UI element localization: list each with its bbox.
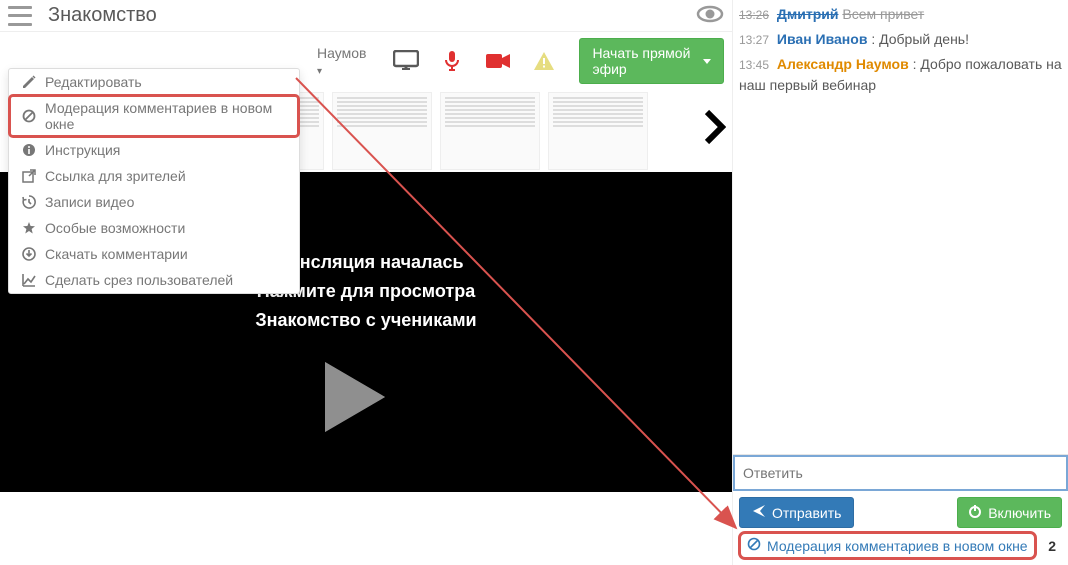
chart-icon — [21, 272, 37, 288]
chat-messages: 13:26 Дмитрий Всем привет 13:27 Иван Ива… — [733, 0, 1068, 454]
play-icon[interactable] — [310, 352, 400, 445]
main-dropdown-menu: Редактировать Модерация комментариев в н… — [8, 68, 300, 294]
dropdown-item-recordings[interactable]: Записи видео — [9, 189, 299, 215]
dropdown-item-label: Сделать срез пользователей — [45, 272, 233, 288]
chat-panel: 13:26 Дмитрий Всем привет 13:27 Иван Ива… — [732, 0, 1068, 565]
caret-down-icon — [703, 59, 711, 64]
slide-thumbnail[interactable] — [548, 92, 648, 170]
dropdown-item-viewer-link[interactable]: Ссылка для зрителей — [9, 163, 299, 189]
slide-thumbnail[interactable] — [440, 92, 540, 170]
ban-icon — [747, 537, 761, 554]
start-stream-button[interactable]: Начать прямой эфир — [579, 38, 724, 84]
star-icon — [21, 220, 37, 236]
send-button[interactable]: Отправить — [739, 497, 854, 528]
power-icon — [968, 504, 982, 521]
visibility-eye-icon[interactable] — [696, 4, 724, 27]
dropdown-item-label: Записи видео — [45, 194, 134, 210]
dropdown-item-instruction[interactable]: Инструкция — [9, 137, 299, 163]
info-icon — [21, 142, 37, 158]
enable-button[interactable]: Включить — [957, 497, 1062, 528]
slide-thumbnail[interactable] — [332, 92, 432, 170]
dropdown-item-moderation[interactable]: Модерация комментариев в новом окне — [9, 95, 299, 137]
dropdown-item-special[interactable]: Особые возможности — [9, 215, 299, 241]
monitor-icon[interactable] — [393, 51, 419, 71]
hamburger-menu-button[interactable] — [8, 6, 32, 26]
share-icon — [21, 168, 37, 184]
dropdown-item-label: Скачать комментарии — [45, 246, 188, 262]
dropdown-item-label: Особые возможности — [45, 220, 185, 236]
warning-icon[interactable] — [531, 51, 557, 71]
chat-message: 13:26 Дмитрий Всем привет — [739, 4, 1062, 25]
camera-icon[interactable] — [485, 51, 511, 71]
chat-message: 13:27 Иван Иванов : Добрый день! — [739, 29, 1062, 50]
dropdown-item-user-slice[interactable]: Сделать срез пользователей — [9, 267, 299, 293]
pencil-icon — [21, 74, 37, 90]
dropdown-item-label: Ссылка для зрителей — [45, 168, 186, 184]
presenter-dropdown[interactable]: Наумов ▾ — [308, 40, 375, 82]
dropdown-item-label: Редактировать — [45, 74, 142, 90]
microphone-icon[interactable] — [439, 51, 465, 71]
history-icon — [21, 194, 37, 210]
moderation-count: 2 — [1048, 538, 1060, 554]
send-icon — [752, 504, 766, 521]
dropdown-item-label: Модерация комментариев в новом окне — [45, 100, 287, 132]
chevron-right-icon[interactable] — [704, 109, 726, 154]
dropdown-item-download-comments[interactable]: Скачать комментарии — [9, 241, 299, 267]
chat-message: 13:45 Александр Наумов : Добро пожаловат… — [739, 54, 1062, 96]
page-title: Знакомство — [48, 4, 696, 27]
moderation-link[interactable]: Модерация комментариев в новом окне — [741, 534, 1034, 557]
dropdown-item-label: Инструкция — [45, 142, 120, 158]
dropdown-item-edit[interactable]: Редактировать — [9, 69, 299, 95]
ban-icon — [21, 108, 37, 124]
reply-input[interactable] — [733, 455, 1068, 491]
download-icon — [21, 246, 37, 262]
start-stream-label: Начать прямой эфир — [592, 45, 697, 77]
